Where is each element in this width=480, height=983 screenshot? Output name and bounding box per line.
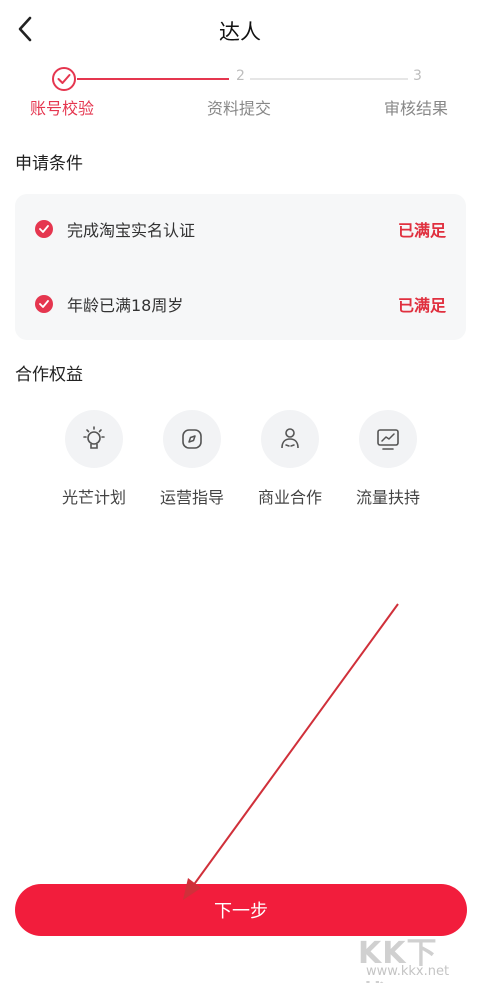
page-title: 达人 — [219, 20, 261, 44]
condition-status: 已满足 — [397, 221, 446, 240]
step-connector-pending — [250, 78, 408, 80]
step-2-number: 2 — [236, 68, 245, 84]
benefit-item[interactable]: 运营指导 — [152, 410, 232, 508]
top-nav-bar: 达人 — [0, 0, 480, 60]
step-2-label: 资料提交 — [207, 99, 272, 118]
check-circle-icon — [35, 220, 53, 238]
benefit-item[interactable]: 流量扶持 — [348, 410, 428, 508]
step-connector-done — [77, 78, 229, 80]
benefits-grid: 光芒计划 运营指导 商业合作 流量扶持 — [50, 410, 440, 510]
condition-status: 已满足 — [397, 296, 446, 315]
step-1-label: 账号校验 — [30, 99, 95, 118]
condition-row: 年龄已满18周岁 已满足 — [15, 289, 466, 319]
benefit-label: 流量扶持 — [355, 488, 420, 507]
trend-chart-icon — [377, 429, 399, 450]
step-3-number: 3 — [413, 68, 422, 84]
benefit-label: 运营指导 — [159, 488, 224, 507]
benefit-item[interactable]: 光芒计划 — [54, 410, 134, 508]
benefit-label: 光芒计划 — [61, 488, 126, 507]
handshake-person-icon — [281, 428, 299, 449]
step-1-check-icon — [52, 67, 76, 91]
conditions-heading: 申请条件 — [15, 154, 83, 174]
condition-row: 完成淘宝实名认证 已满足 — [15, 214, 466, 244]
lightbulb-icon — [83, 426, 105, 449]
compass-icon — [182, 429, 202, 449]
benefit-item[interactable]: 商业合作 — [250, 410, 330, 508]
conditions-card: 完成淘宝实名认证 已满足 年龄已满18周岁 已满足 — [15, 194, 466, 340]
progress-stepper: 2 3 账号校验 资料提交 审核结果 — [0, 66, 480, 118]
check-circle-icon — [35, 295, 53, 313]
watermark: KK下载 www.kkx.net — [358, 928, 458, 983]
watermark-url: www.kkx.net — [366, 964, 450, 979]
benefits-heading: 合作权益 — [15, 365, 83, 385]
step-3-label: 审核结果 — [384, 99, 449, 118]
condition-text: 年龄已满18周岁 — [67, 296, 184, 315]
benefit-label: 商业合作 — [257, 488, 322, 507]
condition-text: 完成淘宝实名认证 — [67, 221, 196, 240]
